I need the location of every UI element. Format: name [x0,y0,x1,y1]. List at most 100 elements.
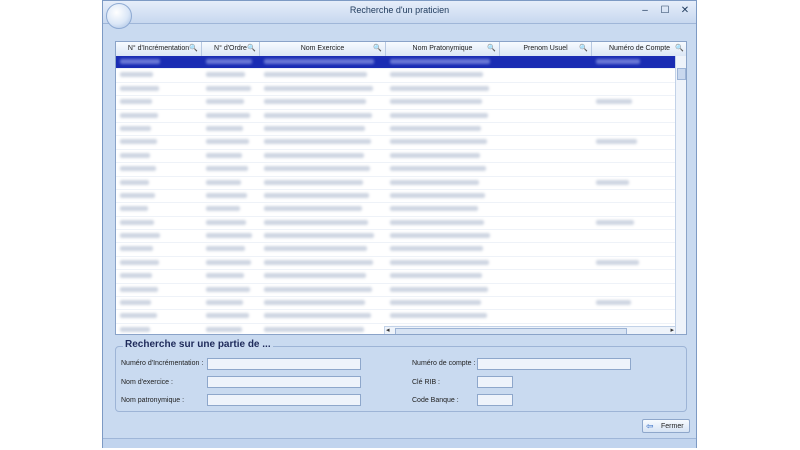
table-cell [206,59,252,64]
table-row[interactable] [116,163,676,177]
filter-search-icon[interactable]: 🔍 [675,42,684,56]
scroll-right-arrow-icon[interactable]: ▸ [670,326,674,334]
vertical-scroll-thumb[interactable] [677,68,686,80]
horizontal-scrollbar[interactable]: ◂ ▸ [384,326,676,334]
table-cell [120,72,153,78]
grid-header: N° d'Incrémentation 🔍 N° d'Ordre 🔍 Nom E… [116,42,686,57]
vertical-scrollbar[interactable] [675,56,686,334]
table-cell [120,192,155,198]
table-cell [390,152,480,158]
table-row[interactable] [116,96,676,110]
table-row[interactable] [116,257,676,271]
increment-label: Numéro d'Incrémentation : [121,360,204,367]
increment-field[interactable] [207,358,361,376]
table-cell [390,139,487,145]
table-row[interactable] [116,297,676,311]
table-row[interactable] [116,284,676,298]
table-row[interactable] [116,177,676,190]
column-header-patronymic-name[interactable]: Nom Pratonymique 🔍 [386,42,500,56]
table-cell [206,125,243,131]
table-cell [264,219,368,225]
table-row[interactable] [116,190,676,204]
table-row[interactable] [116,69,676,83]
table-cell [206,219,246,225]
app-orb-icon[interactable] [106,3,132,29]
table-cell [390,206,478,212]
column-label: Prenom Usuel [523,45,568,52]
horizontal-scroll-thumb[interactable] [395,328,627,334]
account-number-label: Numéro de compte : [412,360,476,367]
table-row[interactable] [116,203,676,217]
account-number-field[interactable] [477,358,631,376]
table-row[interactable] [116,136,676,150]
results-grid[interactable]: N° d'Incrémentation 🔍 N° d'Ordre 🔍 Nom E… [115,41,687,335]
column-header-order[interactable]: N° d'Ordre 🔍 [202,42,260,56]
table-row[interactable] [116,243,676,257]
column-header-increment[interactable]: N° d'Incrémentation 🔍 [116,42,202,56]
exercise-name-input[interactable] [208,383,360,394]
filter-search-icon[interactable]: 🔍 [579,42,588,56]
table-cell [390,59,490,64]
table-row[interactable] [116,56,676,70]
increment-input[interactable] [208,365,360,376]
table-cell [264,99,366,105]
table-cell [596,99,632,105]
table-cell [264,125,365,131]
maximize-button[interactable]: ☐ [658,5,672,17]
table-cell [390,233,490,239]
patronymic-name-field[interactable] [207,394,361,412]
column-header-account-number[interactable]: Numéro de Compte 🔍 [592,42,686,56]
filter-search-icon[interactable]: 🔍 [247,42,256,56]
table-cell [390,259,489,265]
close-dialog-button[interactable]: ⇦ Fermer [642,419,690,433]
table-cell [120,300,151,306]
table-cell [206,166,248,172]
column-header-exercise-name[interactable]: Nom Exercice 🔍 [260,42,386,56]
table-cell [596,300,631,306]
table-cell [264,179,363,185]
table-cell [120,273,152,279]
patronymic-name-input[interactable] [208,401,360,412]
filter-search-icon[interactable]: 🔍 [189,42,198,56]
table-cell [390,166,486,172]
filter-search-icon[interactable]: 🔍 [373,42,382,56]
table-cell [264,206,362,212]
table-cell [264,259,373,265]
table-cell [206,179,241,185]
table-cell [596,59,640,64]
table-cell [390,125,481,131]
table-row[interactable] [116,310,676,324]
table-cell [120,179,149,185]
table-row[interactable] [116,110,676,123]
table-cell [120,246,153,252]
exercise-name-field[interactable] [207,376,361,394]
account-number-input[interactable] [478,365,630,376]
bank-code-input[interactable] [478,401,512,412]
bank-code-field[interactable] [477,394,513,412]
table-cell [390,85,489,91]
table-row[interactable] [116,270,676,284]
table-cell [206,99,244,105]
window-title: Recherche d'un praticien [349,5,450,15]
table-cell [120,219,154,225]
column-label: N° d'Incrémentation [127,45,190,52]
table-row[interactable] [116,123,676,137]
table-row[interactable] [116,230,676,244]
table-cell [264,300,365,306]
table-row[interactable] [116,217,676,231]
table-cell [120,286,158,292]
grid-rows [116,56,676,334]
scroll-left-arrow-icon[interactable]: ◂ [386,326,390,334]
table-row[interactable] [116,83,676,97]
rib-key-field[interactable] [477,376,513,394]
filter-search-icon[interactable]: 🔍 [487,42,496,56]
column-header-first-name[interactable]: Prenom Usuel 🔍 [500,42,592,56]
table-row[interactable] [116,150,676,164]
table-cell [264,152,364,158]
minimize-button[interactable]: ‒ [638,5,652,17]
table-cell [264,85,373,91]
close-button[interactable]: ✕ [678,5,692,17]
table-cell [596,219,634,225]
rib-key-input[interactable] [478,383,512,394]
table-cell [390,219,484,225]
